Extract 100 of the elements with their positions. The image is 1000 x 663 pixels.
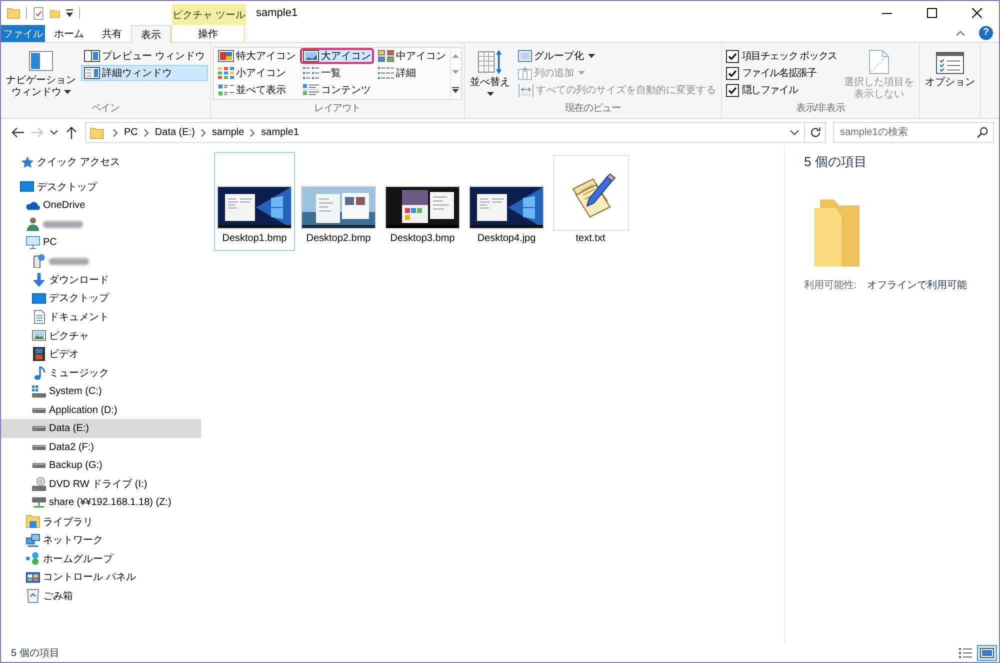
layout-option[interactable]: 中アイコン [374,48,449,64]
cloud-icon [26,200,40,210]
navigation-item[interactable]: PC [1,233,201,252]
caret-icon[interactable] [66,9,73,17]
blurred-text [43,220,83,228]
up-arrow-icon[interactable] [66,126,76,139]
small-grid-icon [218,67,234,79]
property-label: 利用可能性: [804,278,857,292]
chevron-right-icon [250,128,256,136]
large-icons-view-button[interactable] [977,645,997,661]
search-field[interactable]: sample1の検索 [833,122,994,143]
chevron-right-icon [200,128,206,136]
help-button[interactable]: ? [979,26,993,40]
layout-option[interactable]: 並べて表示 [214,82,299,98]
view-command-button[interactable]: グループ化 [514,48,719,64]
breadcrumb-item[interactable]: sample1 [258,127,302,138]
layout-option[interactable]: 小アイコン [214,65,299,81]
checkbox-option[interactable]: ファイル名拡張子 [724,65,839,81]
folder-icon [814,199,860,267]
navigation-item[interactable]: ライブラリ [1,512,201,531]
navigation-item[interactable]: OneDrive [1,196,201,215]
monitor-icon [20,181,34,192]
navigation-item[interactable]: クイック アクセス [1,153,201,172]
navigation-item[interactable]: コントロール パネル [1,568,201,587]
checkbox[interactable] [726,50,739,62]
columns-icon [518,66,532,80]
chevron-up-icon[interactable] [956,31,965,36]
options-button[interactable]: オプション [922,46,978,91]
layout-option[interactable]: 一覧 [300,65,374,81]
breadcrumb-item[interactable]: Data (E:) [152,127,198,138]
navigation-item[interactable]: ピクチャ [1,326,201,345]
breadcrumb-item[interactable]: PC [121,127,141,138]
navigation-item[interactable]: デスクトップ [1,178,201,196]
picture-icon [32,330,46,342]
navigation-item[interactable]: ネットワーク [1,530,201,550]
pane-toggle-button[interactable]: 詳細ウィンドウ [81,65,208,81]
chevron-down-icon[interactable] [790,130,799,135]
breadcrumb-item[interactable]: sample [208,127,248,138]
navigation-item[interactable]: ドキュメント [1,308,201,326]
document-icon [34,310,44,324]
layout-option[interactable]: 特大アイコン [214,48,299,64]
expand-gallery-icon[interactable] [452,86,460,93]
navigation-item[interactable]: Data2 (F:) [1,438,201,456]
checkbox-option[interactable]: 隠しファイル [724,82,839,98]
chevron-right-icon [144,128,149,136]
file-item[interactable]: Desktop2.bmp [298,152,379,251]
trash-icon [27,588,39,603]
minimize-icon[interactable] [882,12,892,14]
lines-icon [378,67,394,79]
navigation-item[interactable]: Backup (G:) [1,456,201,476]
navigation-item[interactable]: Application (D:) [1,400,201,420]
table-sort-icon [476,49,503,75]
drive-icon [32,408,46,413]
refresh-button[interactable] [805,122,826,143]
close-icon[interactable] [972,8,982,18]
file-item[interactable]: Desktop3.bmp [382,152,463,251]
navigation-item[interactable]: ホームグループ [1,549,201,568]
file-item[interactable]: Desktop1.bmp [214,152,295,251]
maximize-icon[interactable] [926,8,936,18]
layout-option[interactable]: コンテンツ [300,82,374,98]
ribbon-tab[interactable]: 共有 [93,25,131,42]
address-field[interactable]: PC Data (E:) sample sample1 [85,122,805,143]
navigation-item[interactable]: ダウンロード [1,270,201,290]
document-check-icon[interactable] [33,6,44,20]
checkbox[interactable] [726,66,739,80]
layout-option[interactable]: 大アイコン [300,48,374,64]
navigation-item[interactable]: ビデオ [1,344,201,364]
navigation-pane-button[interactable]: ナビゲーション ウィンドウ [3,46,79,101]
file-item[interactable]: text.txt [550,152,631,251]
navigation-item[interactable]: ごみ箱 [1,586,201,606]
navigation-item[interactable]: DVD RW ドライブ (I:) [1,475,201,494]
picture-icon [218,50,234,62]
scroll-up-icon[interactable] [452,54,460,58]
sort-button[interactable]: 並べ替え [466,46,513,103]
checkbox[interactable] [726,84,739,96]
ribbon-tab[interactable]: ホーム [45,25,93,42]
tiles-icon [218,84,234,96]
navigation-item[interactable]: Data (E:) [1,419,201,438]
drive-icon [32,444,46,450]
navigation-item[interactable]: share (¥¥192.168.1.18) (Z:) [1,494,201,512]
navigation-item[interactable]: デスクトップ [1,289,201,308]
down-arrow-icon [33,272,45,287]
list-icon [958,647,972,659]
back-arrow-icon[interactable] [10,127,24,138]
chevron-down-icon[interactable] [50,130,58,135]
group-label: ペイン [91,103,120,114]
navigation-item[interactable]: ミュージック [1,364,201,382]
pane-toggle-button[interactable]: プレビュー ウィンドウ [81,48,208,64]
checkbox-option[interactable]: 項目チェック ボックス [724,48,839,64]
group-label: 表示/非表示 [796,103,845,114]
grid-icon [378,50,394,62]
file-item[interactable]: Desktop4.jpg [466,152,547,251]
person-icon [27,217,39,232]
layout-option[interactable]: 詳細 [374,65,449,81]
ribbon-tab[interactable]: 表示 [131,25,171,43]
folder-icon [90,126,104,138]
drive-icon [32,426,46,432]
ribbon-tab[interactable]: ファイル [1,25,45,42]
scroll-down-icon[interactable] [452,70,460,74]
navigation-item[interactable]: System (C:) [1,382,201,401]
